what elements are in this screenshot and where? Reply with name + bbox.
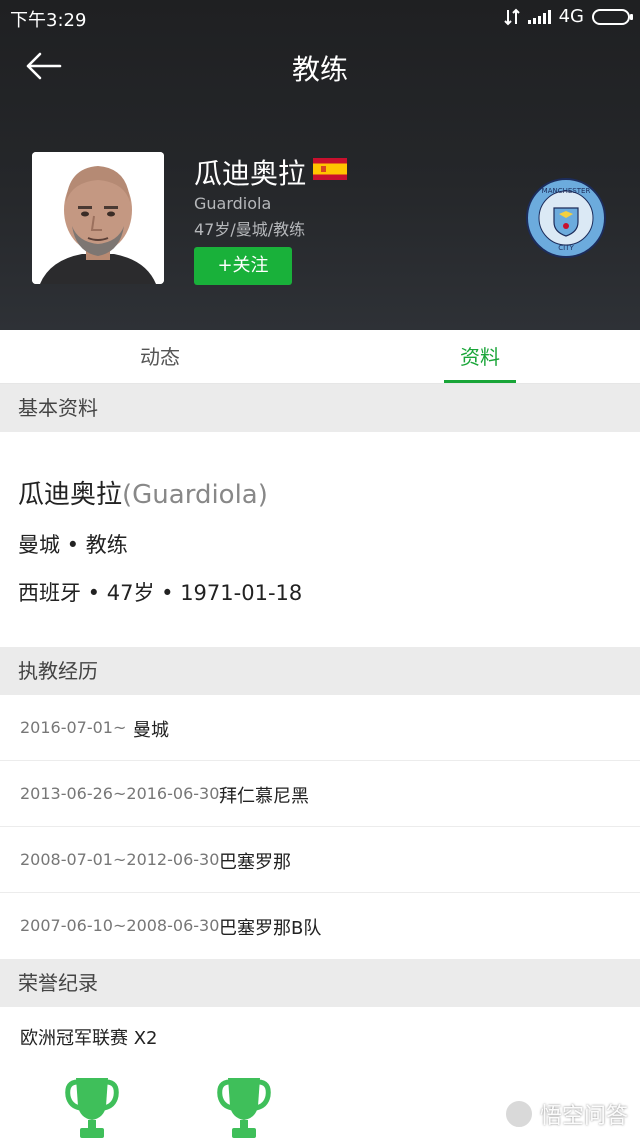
network-type: 4G xyxy=(558,6,584,27)
honor-title: 欧洲冠军联赛 X2 xyxy=(20,1028,158,1049)
career-row[interactable]: 2008-07-01~2012-06-30 巴塞罗那 xyxy=(0,827,640,893)
career-club: 巴塞罗那B队 xyxy=(219,918,322,939)
follow-button[interactable]: +关注 xyxy=(194,247,292,285)
career-dates: 2007-06-10~2008-06-30 xyxy=(20,916,220,935)
career-dates: 2016-07-01~ xyxy=(20,718,127,737)
career-dates: 2013-06-26~2016-06-30 xyxy=(20,784,220,803)
spain-flag-icon xyxy=(313,158,347,180)
career-club: 拜仁慕尼黑 xyxy=(219,786,309,807)
coach-name-english: Guardiola xyxy=(194,194,272,213)
info-name-zh: 瓜迪奥拉 xyxy=(18,480,123,510)
coach-avatar xyxy=(32,152,164,284)
info-name-en: (Guardiola) xyxy=(122,480,268,510)
watermark-text: 悟空问答 xyxy=(539,1104,628,1129)
battery-icon xyxy=(592,8,633,25)
badge-text-bottom: CITY xyxy=(558,244,574,252)
info-nationality-age-birth: 西班牙 • 47岁 • 1971-01-18 xyxy=(18,581,303,605)
info-name: 瓜迪奥拉(Guardiola) xyxy=(18,474,268,511)
section-basic-info-title: 基本资料 xyxy=(0,384,640,432)
career-club: 巴塞罗那 xyxy=(219,852,291,873)
section-career-title: 执教经历 xyxy=(0,647,640,695)
section-honors-title: 荣誉纪录 xyxy=(0,959,640,1007)
wukong-logo-icon xyxy=(503,1099,534,1129)
tab-profile[interactable]: 资料 xyxy=(400,330,560,384)
tab-news[interactable]: 动态 xyxy=(80,330,240,384)
career-club: 曼城 xyxy=(133,720,169,741)
status-bar: 下午3:29 4G xyxy=(0,0,640,34)
status-time: 下午3:29 xyxy=(10,10,87,31)
data-transfer-icon xyxy=(503,8,520,25)
career-row[interactable]: 2007-06-10~2008-06-30 巴塞罗那B队 xyxy=(0,893,640,959)
watermark: 悟空问答 xyxy=(503,1098,628,1130)
career-row[interactable]: 2016-07-01~ 曼城 xyxy=(0,695,640,761)
tab-bar: 动态 资料 xyxy=(0,330,640,384)
coach-subtitle: 47岁/曼城/教练 xyxy=(194,220,306,239)
trophy-icon xyxy=(217,1078,271,1138)
coach-name: 瓜迪奥拉 xyxy=(194,157,307,190)
status-icons: 4G xyxy=(503,6,633,27)
trophy-icon xyxy=(65,1078,119,1138)
coach-portrait-image xyxy=(32,152,164,284)
page-title: 教练 xyxy=(291,53,348,86)
badge-text-top: MANCHESTER xyxy=(542,187,591,195)
info-club-role: 曼城 • 教练 xyxy=(18,533,128,557)
profile-header: 下午3:29 4G 教练 瓜迪奥拉 Guardiola 47岁/曼城/教练 +关… xyxy=(0,0,640,330)
career-dates: 2008-07-01~2012-06-30 xyxy=(20,850,220,869)
signal-icon xyxy=(527,9,551,24)
top-bar: 教练 xyxy=(0,34,640,98)
manchester-city-badge-icon[interactable]: MANCHESTER CITY xyxy=(526,178,606,258)
career-row[interactable]: 2013-06-26~2016-06-30 拜仁慕尼黑 xyxy=(0,761,640,827)
